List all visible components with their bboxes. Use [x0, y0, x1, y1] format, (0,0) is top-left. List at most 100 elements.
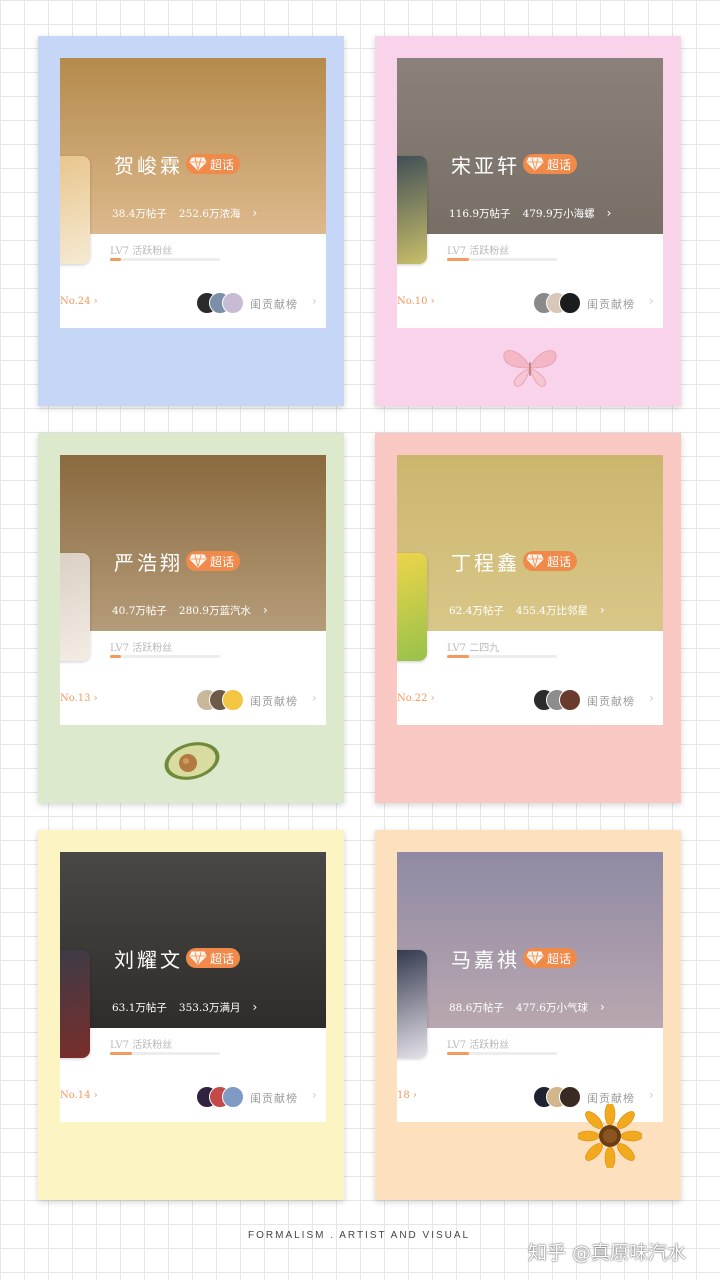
topic-name[interactable]: 刘耀文	[114, 944, 183, 973]
contribution-ranking-link[interactable]: 闺贡献榜	[250, 693, 298, 709]
rank-link[interactable]: No.24 ›	[60, 296, 98, 307]
fan-level: LV7 活跃粉丝	[447, 1040, 510, 1051]
level-progress-bar	[447, 1052, 557, 1055]
rank-link[interactable]: 18 ›	[397, 1090, 417, 1101]
diamond-icon	[188, 156, 208, 172]
badge-label: 超话	[547, 951, 572, 966]
topic-name[interactable]: 贺峻霖	[114, 150, 183, 179]
supertopic-card[interactable]: 丁程鑫 超话 62.4万帖子 455.4万比邻星 › LV7 二四九 No.22 ›	[397, 455, 663, 725]
supertopic-badge[interactable]: 超话	[186, 551, 241, 571]
photo-frame: 丁程鑫 超话 62.4万帖子 455.4万比邻星 › LV7 二四九 No.22 ›	[375, 433, 681, 803]
badge-label: 超话	[547, 157, 572, 172]
diamond-icon	[525, 950, 545, 966]
rank-label: No.24	[60, 296, 91, 307]
level-progress-bar	[447, 655, 557, 658]
rank-link[interactable]: No.22 ›	[397, 693, 435, 704]
supertopic-card[interactable]: 宋亚轩 超话 116.9万帖子 479.9万小海螺 › LV7 活跃粉丝 No.10…	[397, 58, 663, 328]
badge-label: 超话	[210, 157, 235, 172]
topic-stats[interactable]: 63.1万帖子 353.3万满月 ›	[112, 1000, 257, 1015]
top-fans-avatars[interactable]	[196, 689, 256, 711]
topic-stats[interactable]: 38.4万帖子 252.6万浓海 ›	[112, 206, 257, 221]
contribution-ranking-link[interactable]: 闺贡献榜	[587, 693, 635, 709]
rank-label: No.14	[60, 1090, 91, 1101]
supertopic-badge[interactable]: 超话	[523, 154, 578, 174]
level-progress-bar	[447, 258, 557, 261]
contribution-ranking-link[interactable]: 闺贡献榜	[587, 296, 635, 312]
chevron-right-icon: ›	[649, 294, 654, 308]
contribution-ranking-link[interactable]: 闺贡献榜	[250, 296, 298, 312]
avatar[interactable]	[397, 950, 427, 1058]
level-progress-fill	[110, 258, 121, 261]
post-count: 88.6万帖子	[449, 1002, 504, 1014]
supertopic-badge[interactable]: 超话	[523, 551, 578, 571]
level-progress-bar	[110, 655, 220, 658]
rank-label: 18	[397, 1090, 410, 1101]
fan-level: LV7 活跃粉丝	[110, 1040, 173, 1051]
level-progress-fill	[447, 258, 469, 261]
level-progress-fill	[447, 655, 469, 658]
topic-stats[interactable]: 88.6万帖子 477.6万小气球 ›	[449, 1000, 605, 1015]
top-fans-avatars[interactable]	[533, 689, 593, 711]
fan-count: 477.6万小气球	[515, 1002, 588, 1014]
rank-link[interactable]: No.13 ›	[60, 693, 98, 704]
topic-stats[interactable]: 62.4万帖子 455.4万比邻星 ›	[449, 603, 605, 618]
contribution-ranking-link[interactable]: 闺贡献榜	[250, 1090, 298, 1106]
supertopic-card[interactable]: 刘耀文 超话 63.1万帖子 353.3万满月 › LV7 活跃粉丝 No.14 ›	[60, 852, 326, 1122]
supertopic-badge[interactable]: 超话	[523, 948, 578, 968]
chevron-right-icon: ›	[252, 206, 258, 220]
level-progress-fill	[447, 1052, 469, 1055]
fan-count: 455.4万比邻星	[515, 605, 588, 617]
topic-stats[interactable]: 40.7万帖子 280.9万蓝汽水 ›	[112, 603, 268, 618]
topic-name[interactable]: 宋亚轩	[451, 150, 520, 179]
post-count: 40.7万帖子	[112, 605, 167, 617]
chevron-right-icon: ›	[599, 603, 605, 617]
badge-label: 超话	[210, 951, 235, 966]
avatar[interactable]	[397, 553, 427, 661]
post-count: 116.9万帖子	[449, 208, 511, 220]
rank-link[interactable]: No.10 ›	[397, 296, 435, 307]
chevron-right-icon: ›	[599, 1000, 605, 1014]
avatar[interactable]	[60, 553, 90, 661]
chevron-right-icon: ›	[312, 294, 317, 308]
fan-level: LV7 活跃粉丝	[110, 246, 173, 257]
supertopic-card[interactable]: 马嘉祺 超话 88.6万帖子 477.6万小气球 › LV7 活跃粉丝 18 ›	[397, 852, 663, 1122]
rank-label: No.10	[397, 296, 428, 307]
top-fans-avatars[interactable]	[196, 1086, 256, 1108]
supertopic-badge[interactable]: 超话	[186, 948, 241, 968]
topic-name[interactable]: 马嘉祺	[451, 944, 520, 973]
rank-link[interactable]: No.14 ›	[60, 1090, 98, 1101]
supertopic-card[interactable]: 贺峻霖 超话 38.4万帖子 252.6万浓海 › LV7 活跃粉丝 No.24 ›	[60, 58, 326, 328]
avocado-icon	[162, 738, 222, 784]
fan-count: 353.3万满月	[178, 1002, 241, 1014]
fan-count: 280.9万蓝汽水	[178, 605, 251, 617]
post-count: 62.4万帖子	[449, 605, 504, 617]
badge-label: 超话	[547, 554, 572, 569]
avatar[interactable]	[60, 950, 90, 1058]
fan-avatar	[559, 292, 581, 314]
topic-name[interactable]: 严浩翔	[114, 547, 183, 576]
fan-avatar	[559, 689, 581, 711]
top-fans-avatars[interactable]	[196, 292, 256, 314]
avatar[interactable]	[60, 156, 90, 264]
fan-level: LV7 活跃粉丝	[447, 246, 510, 257]
topic-stats[interactable]: 116.9万帖子 479.9万小海螺 ›	[449, 206, 611, 221]
avatar[interactable]	[397, 156, 427, 264]
fan-count: 252.6万浓海	[178, 208, 241, 220]
topic-name[interactable]: 丁程鑫	[451, 547, 520, 576]
photo-frame: 贺峻霖 超话 38.4万帖子 252.6万浓海 › LV7 活跃粉丝 No.24 ›	[38, 36, 344, 406]
level-progress-bar	[110, 1052, 220, 1055]
level-progress-fill	[110, 1052, 132, 1055]
chevron-right-icon: ›	[312, 1088, 317, 1102]
watermark: 知乎 @真原味汽水	[528, 1242, 687, 1264]
chevron-right-icon: ›	[252, 1000, 258, 1014]
chevron-right-icon: ›	[262, 603, 268, 617]
fan-avatar	[222, 1086, 244, 1108]
supertopic-badge[interactable]: 超话	[186, 154, 241, 174]
supertopic-card[interactable]: 严浩翔 超话 40.7万帖子 280.9万蓝汽水 › LV7 活跃粉丝 No.13 …	[60, 455, 326, 725]
fan-level: LV7 二四九	[447, 643, 500, 654]
top-fans-avatars[interactable]	[533, 292, 593, 314]
fan-count: 479.9万小海螺	[522, 208, 595, 220]
chevron-right-icon: ›	[649, 1088, 654, 1102]
chevron-right-icon: ›	[606, 206, 612, 220]
rank-label: No.22	[397, 693, 428, 704]
